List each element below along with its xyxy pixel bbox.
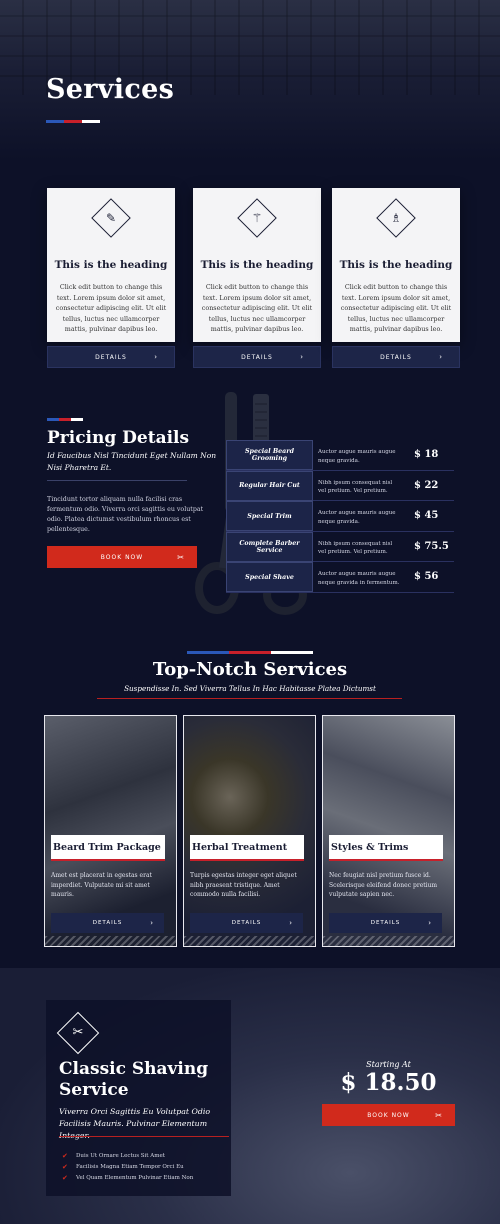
clipper-icon: ✎	[105, 211, 117, 225]
stripe-pattern	[184, 936, 315, 946]
service-description: Auctor augue mauris augue neque gravida.	[318, 510, 396, 525]
tile-text: Nec feugiat nisl pretium fusce id. Scele…	[329, 872, 438, 898]
barber-pole-icon: ⚚	[251, 211, 263, 225]
check-icon: ✔	[62, 1174, 68, 1182]
chevron-right-icon: ›	[150, 919, 154, 927]
card-text: Click edit button to change this text. L…	[55, 283, 167, 333]
hero-banner: Services	[0, 0, 500, 160]
divider	[329, 859, 443, 861]
razor-icon: ✂	[72, 1025, 84, 1040]
service-tile-beard-trim: Beard Trim Package Amet est placerat in …	[44, 715, 177, 947]
details-button[interactable]: DETAILS ›	[190, 913, 303, 933]
service-card-2: ⚚ This is the heading Click edit button …	[193, 188, 321, 342]
service-name: Special Beard Grooming	[226, 440, 313, 470]
service-tile-styles: Styles & Trims Nec feugiat nisl pretium …	[322, 715, 455, 947]
chevron-right-icon: ›	[300, 353, 304, 361]
button-label: DETAILS	[92, 920, 123, 926]
card-text: Click edit button to change this text. L…	[201, 283, 313, 333]
divider	[190, 859, 304, 861]
service-name: Regular Hair Cut	[226, 470, 313, 501]
details-button[interactable]: DETAILS ›	[51, 913, 164, 933]
classic-price: $ 18.50	[340, 1069, 437, 1096]
details-button[interactable]: DETAILS ›	[329, 913, 442, 933]
barber-chair-icon: ♗	[390, 211, 402, 225]
stripe-pattern	[45, 936, 176, 946]
details-button-3[interactable]: DETAILS ›	[332, 346, 460, 368]
button-label: BOOK NOW	[367, 1111, 410, 1119]
price-row: Special Shave Auctor augue mauris augue …	[226, 562, 454, 593]
service-description: Auctor augue mauris augue neque gravida …	[318, 571, 400, 586]
service-description: Nibh ipsum consequat nisl vel pretium. V…	[318, 540, 393, 556]
feature-label: Duis Ut Ornare Lectus Sit Amet	[76, 1153, 165, 1159]
card-heading: This is the heading	[200, 259, 314, 271]
service-card-3: ♗ This is the heading Click edit button …	[332, 188, 460, 342]
pricing-description: Tincidunt tortor aliquam nulla facilisi …	[47, 496, 204, 533]
tile-title: Styles & Trims	[329, 835, 443, 859]
feature-item: ✔ Vel Quam Elementum Pulvinar Etiam Non	[62, 1173, 193, 1184]
service-price: $ 22	[414, 479, 439, 491]
pricing-accent-line	[47, 418, 83, 421]
price-list: Special Beard Grooming Auctor augue maur…	[226, 440, 454, 593]
service-description: Auctor augue mauris augue neque gravida.	[318, 449, 396, 464]
price-row: Special Trim Auctor augue mauris augue n…	[226, 501, 454, 532]
card-heading: This is the heading	[339, 259, 453, 271]
hero-accent-line	[46, 120, 100, 123]
service-name: Complete Barber Service	[226, 531, 313, 562]
service-price: $ 75.5	[414, 540, 449, 552]
service-price: $ 45	[414, 510, 439, 521]
starting-label: Starting At	[366, 1060, 411, 1069]
divider	[59, 1136, 229, 1137]
service-name: Special Trim	[226, 501, 313, 531]
top-notch-subtitle: Suspendisse In. Sed Viverra Tellus In Ha…	[124, 684, 376, 693]
card-text: Click edit button to change this text. L…	[340, 283, 452, 333]
pricing-subtitle: Id Faucibus Nisl Tincidunt Eget Nullam N…	[47, 451, 217, 472]
top-notch-accent-line	[187, 651, 313, 654]
top-notch-title: Top-Notch Services	[152, 659, 348, 680]
pricing-book-now-button[interactable]: BOOK NOW ✂	[47, 546, 197, 568]
feature-list: ✔ Duis Ut Ornare Lectus Sit Amet ✔ Facilis…	[62, 1151, 193, 1184]
card-heading: This is the heading	[54, 259, 168, 271]
tile-title: Herbal Treatment	[190, 835, 304, 859]
details-button-1[interactable]: DETAILS ›	[47, 346, 175, 368]
divider	[47, 480, 187, 481]
check-icon: ✔	[62, 1152, 68, 1160]
button-label: DETAILS	[370, 920, 401, 926]
classic-book-now-button[interactable]: BOOK NOW ✂	[322, 1104, 455, 1126]
price-row: Special Beard Grooming Auctor augue maur…	[226, 440, 454, 471]
divider	[97, 698, 402, 699]
chevron-right-icon: ›	[439, 353, 443, 361]
button-label: DETAILS	[241, 353, 273, 361]
button-label: DETAILS	[95, 353, 127, 361]
check-icon: ✔	[62, 1163, 68, 1171]
feature-label: Facilisis Magna Etiam Tempor Orci Eu	[76, 1164, 184, 1170]
tile-text: Amet est placerat in egestas erat imperd…	[51, 872, 152, 898]
stripe-pattern	[323, 936, 454, 946]
tile-title: Beard Trim Package	[51, 835, 165, 859]
tile-text: Turpis egestas integer eget aliquet nibh…	[190, 872, 297, 898]
price-row: Complete Barber Service Nibh ipsum conse…	[226, 531, 454, 562]
service-name: Special Shave	[226, 562, 313, 592]
scissors-icon: ✂	[435, 1110, 443, 1120]
button-label: DETAILS	[380, 353, 412, 361]
feature-item: ✔ Duis Ut Ornare Lectus Sit Amet	[62, 1151, 193, 1162]
service-description: Nibh ipsum consequat nisl vel pretium. V…	[318, 479, 393, 495]
divider	[51, 859, 165, 861]
page-title: Services	[46, 74, 175, 105]
classic-title: Classic Shaving Service	[59, 1059, 209, 1100]
chevron-right-icon: ›	[154, 353, 158, 361]
chevron-right-icon: ›	[428, 919, 432, 927]
button-label: DETAILS	[231, 920, 262, 926]
service-card-1: ✎ This is the heading Click edit button …	[47, 188, 175, 342]
details-button-2[interactable]: DETAILS ›	[193, 346, 321, 368]
feature-label: Vel Quam Elementum Pulvinar Etiam Non	[76, 1175, 194, 1181]
service-price: $ 56	[414, 571, 439, 582]
feature-item: ✔ Facilisis Magna Etiam Tempor Orci Eu	[62, 1162, 193, 1173]
chevron-right-icon: ›	[289, 919, 293, 927]
service-tile-herbal: Herbal Treatment Turpis egestas integer …	[183, 715, 316, 947]
price-row: Regular Hair Cut Nibh ipsum consequat ni…	[226, 470, 454, 501]
service-price: $ 18	[414, 449, 439, 460]
scissors-icon: ✂	[177, 552, 185, 562]
pricing-title: Pricing Details	[47, 428, 190, 448]
button-label: BOOK NOW	[100, 553, 144, 561]
